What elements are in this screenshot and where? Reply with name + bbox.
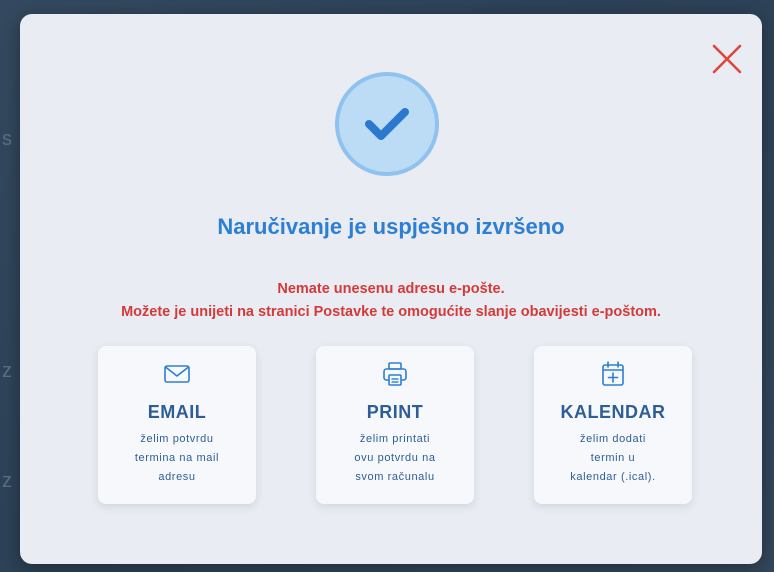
warning-text-line2: Možete je unijeti na stranici Postavke t… [121, 304, 661, 320]
calendar-option-label: KALENDAR [560, 402, 666, 422]
desc-line: termin u [590, 452, 636, 464]
calendar-add-icon [598, 360, 628, 388]
warning-text-line1: Nemate unesenu adresu e-pošte. [277, 281, 505, 297]
mail-icon [162, 360, 192, 388]
desc-line: ovu potvrdu na [354, 452, 436, 464]
close-icon [712, 44, 742, 74]
checkmark-icon [365, 108, 409, 140]
backdrop-fragment: z [2, 470, 12, 492]
email-option-description: želim potvrdu termina na mail adresu [110, 430, 244, 487]
desc-line: adresu [158, 471, 196, 483]
desc-line: želim printati [359, 433, 431, 445]
success-badge [335, 72, 439, 176]
printer-icon [380, 360, 410, 388]
calendar-option-description: želim dodati termin u kalendar (.ical). [546, 430, 680, 487]
modal-title: Naručivanje je uspješno izvršeno [217, 214, 565, 239]
calendar-option-card[interactable]: KALENDAR želim dodati termin u kalendar … [534, 346, 692, 504]
backdrop-fragment: s [2, 128, 12, 150]
desc-line: kalendar (.ical). [570, 471, 656, 483]
desc-line: želim dodati [580, 433, 646, 445]
print-option-description: želim printati ovu potvrdu na svom račun… [328, 430, 462, 487]
email-option-card[interactable]: EMAIL želim potvrdu termina na mail adre… [98, 346, 256, 504]
success-modal: Naručivanje je uspješno izvršeno Nemate … [20, 14, 762, 564]
desc-line: termina na mail [134, 452, 220, 464]
print-option-card[interactable]: PRINT želim printati ovu potvrdu na svom… [316, 346, 474, 504]
print-option-label: PRINT [366, 402, 424, 422]
close-button[interactable] [710, 42, 744, 76]
email-option-label: EMAIL [147, 402, 207, 422]
desc-line: svom računalu [355, 471, 435, 483]
backdrop-fragment: z [2, 360, 12, 382]
desc-line: želim potvrdu [140, 433, 214, 445]
